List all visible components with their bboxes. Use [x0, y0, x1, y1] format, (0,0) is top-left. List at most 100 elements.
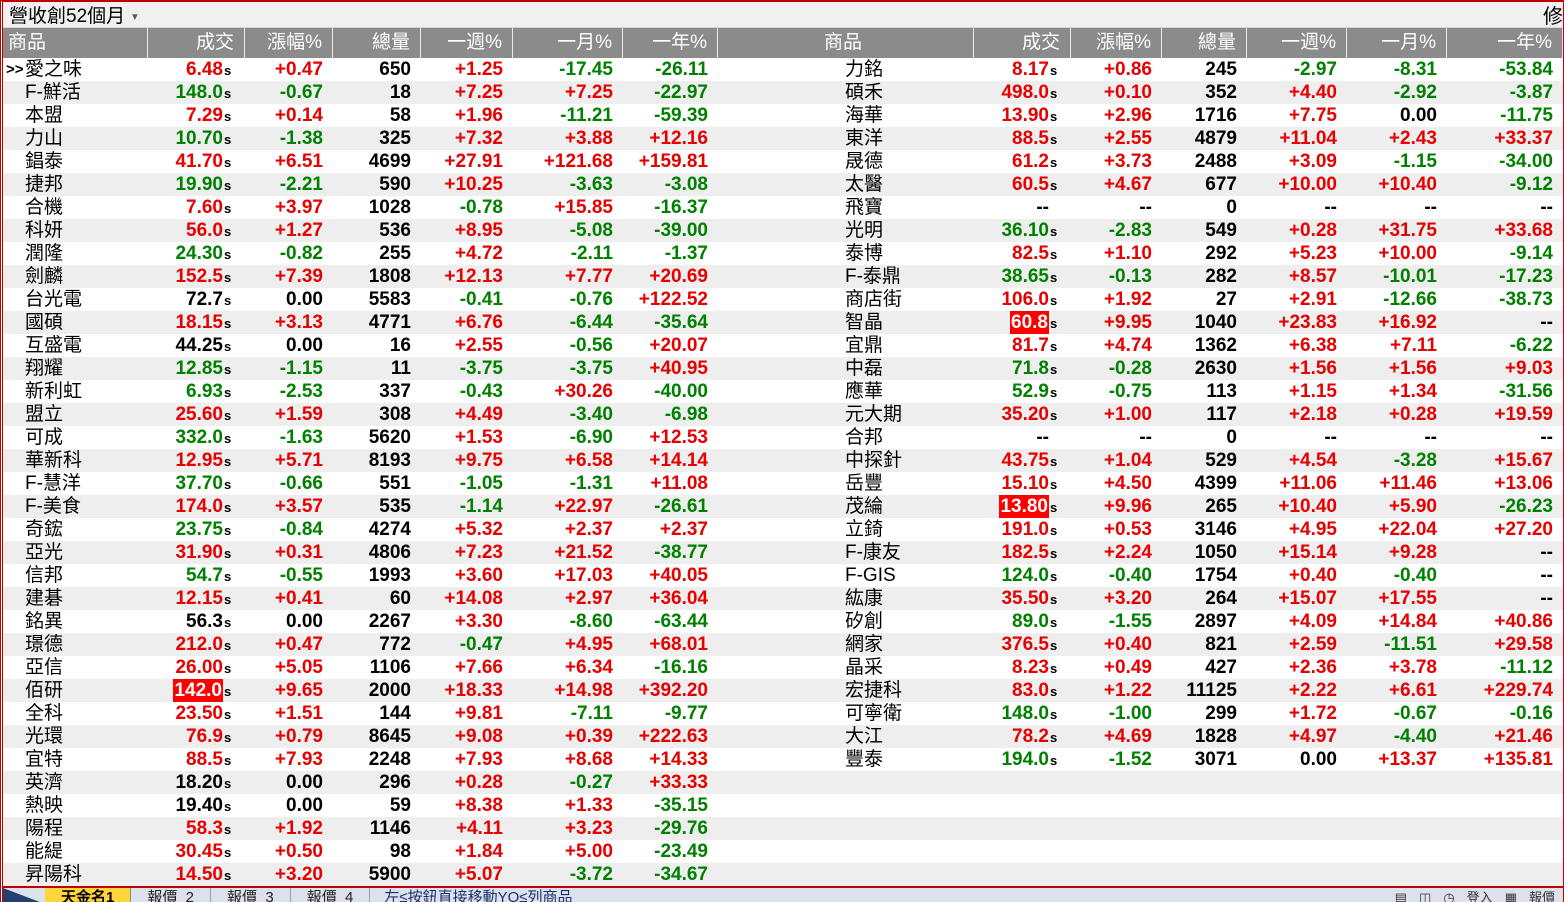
quote-label[interactable]: 報價 — [1529, 888, 1555, 902]
price-cell: 58.3s — [148, 817, 245, 840]
table-row[interactable]: 亞光31.90s+0.314806+7.23+21.52-38.77F-康友18… — [3, 541, 1563, 564]
table-row[interactable]: 全科23.50s+1.51144+9.81-7.11-9.77可寧衛148.0s… — [3, 702, 1563, 725]
chevron-down-icon[interactable]: ▾ — [132, 10, 138, 23]
column-header-left-5[interactable]: 一月% — [513, 28, 623, 58]
table-row[interactable]: 建碁12.15s+0.4160+14.08+2.97+36.04紘康35.50s… — [3, 587, 1563, 610]
table-row[interactable]: 互盛電44.25s0.0016+2.55-0.56+20.07宜鼎81.7s+4… — [3, 334, 1563, 357]
price-cell — [974, 840, 1071, 863]
table-row[interactable]: 本盟7.29s+0.1458+1.96-11.21-59.39海華13.90s+… — [3, 104, 1563, 127]
table-row[interactable]: 科妍56.0s+1.27536+8.95-5.08-39.00光明36.10s-… — [3, 219, 1563, 242]
stock-name-cell: 光環 — [3, 725, 148, 748]
column-header-left-3[interactable]: 總量 — [333, 28, 421, 58]
table-row[interactable]: 華新科12.95s+5.718193+9.75+6.58+14.14中探針43.… — [3, 449, 1563, 472]
column-header-right-1[interactable]: 成交 — [974, 28, 1071, 58]
column-header-left-4[interactable]: 一週% — [421, 28, 513, 58]
volume-cell — [1162, 840, 1247, 863]
column-header-right-3[interactable]: 總量 — [1162, 28, 1247, 58]
table-row[interactable]: 翔耀12.85s-1.1511-3.75-3.75+40.95中磊71.8s-0… — [3, 357, 1563, 380]
volume-cell — [1162, 771, 1247, 794]
month-pct-cell: +121.68 — [513, 150, 623, 173]
stock-name: 太醫 — [845, 174, 883, 195]
stock-name-cell: 建碁 — [3, 587, 148, 610]
table-row[interactable]: 潤隆24.30s-0.82255+4.72-2.11-1.37泰博82.5s+1… — [3, 242, 1563, 265]
year-pct-cell: -6.22 — [1447, 334, 1563, 357]
column-header-right-0[interactable]: 商品 — [819, 28, 974, 58]
week-pct-cell: +10.25 — [421, 173, 513, 196]
stock-name-cell: 台光電 — [3, 288, 148, 311]
column-header-left-2[interactable]: 漲幅% — [245, 28, 333, 58]
price-suffix: s — [1049, 59, 1063, 81]
modify-button[interactable]: 修 — [1543, 0, 1563, 29]
table-row[interactable]: 能緹30.45s+0.5098+1.84+5.00-23.49 — [3, 840, 1563, 863]
table-row[interactable]: >>愛之味6.48s+0.47650+1.25-17.45-26.11力銘8.1… — [3, 58, 1563, 81]
table-row[interactable]: F-慧洋37.70s-0.66551-1.05-1.31+11.08岳豐15.1… — [3, 472, 1563, 495]
change-pct-cell: +1.04 — [1071, 449, 1162, 472]
table-row[interactable]: 錩泰41.70s+6.514699+27.91+121.68+159.81晟德6… — [3, 150, 1563, 173]
table-row[interactable]: 奇鋐23.75s-0.844274+5.32+2.37+2.37立錡191.0s… — [3, 518, 1563, 541]
month-pct-cell: +13.37 — [1347, 748, 1447, 771]
week-pct-cell — [1247, 771, 1347, 794]
stock-name-cell: 大江 — [819, 725, 974, 748]
change-pct-cell: -0.82 — [245, 242, 333, 265]
table-row[interactable]: 信邦54.7s-0.551993+3.60+17.03+40.05F-GIS12… — [3, 564, 1563, 587]
table-row[interactable]: 銘異56.3s0.002267+3.30-8.60-63.44矽創89.0s-1… — [3, 610, 1563, 633]
table-row[interactable]: 宜特88.5s+7.932248+7.93+8.68+14.33豐泰194.0s… — [3, 748, 1563, 771]
table-row[interactable]: 劍麟152.5s+7.391808+12.13+7.77+20.69F-泰鼎38… — [3, 265, 1563, 288]
price-value: 35.50 — [1001, 587, 1049, 610]
table-row[interactable]: 英濟18.20s0.00296+0.28-0.27+33.33 — [3, 771, 1563, 794]
table-row[interactable]: 亞信26.00s+5.051106+7.66+6.34-16.16晶采8.23s… — [3, 656, 1563, 679]
stock-name: 晶采 — [845, 657, 883, 678]
table-row[interactable]: 可成332.0s-1.635620+1.53-6.90+12.53合邦----0… — [3, 426, 1563, 449]
grid-icon[interactable]: ▦ — [1505, 888, 1517, 902]
tab-page-4[interactable]: 報價_4 — [291, 888, 371, 902]
tab-page-3[interactable]: 報價_3 — [211, 888, 291, 902]
change-pct-cell: -0.67 — [245, 81, 333, 104]
change-pct-cell: +0.53 — [1071, 518, 1162, 541]
price-cell: 52.9s — [974, 380, 1071, 403]
table-row[interactable]: 熱映19.40s0.0059+8.38+1.33-35.15 — [3, 794, 1563, 817]
table-row[interactable]: 盟立25.60s+1.59308+4.49-3.40-6.98元大期35.20s… — [3, 403, 1563, 426]
row-gap — [718, 104, 819, 127]
tab-page-1[interactable]: 天金名1 — [45, 888, 131, 902]
table-row[interactable]: 陽程58.3s+1.921146+4.11+3.23-29.76 — [3, 817, 1563, 840]
column-header-right-4[interactable]: 一週% — [1247, 28, 1347, 58]
week-pct-cell: +7.93 — [421, 748, 513, 771]
bottom-tab-bar: 天金名1報價_2報價_3報價_4 左≤按鈕直接移動YO≤列商品 ▤ ◫ ◷ 登入… — [3, 888, 1563, 902]
price-cell: 26.00s — [148, 656, 245, 679]
table-row[interactable]: 力山10.70s-1.38325+7.32+3.88+12.16東洋88.5s+… — [3, 127, 1563, 150]
column-header-left-1[interactable]: 成交 — [148, 28, 245, 58]
table-row[interactable]: 光環76.9s+0.798645+9.08+0.39+222.63大江78.2s… — [3, 725, 1563, 748]
table-row[interactable]: F-鮮活148.0s-0.6718+7.25+7.25-22.97碩禾498.0… — [3, 81, 1563, 104]
table-row[interactable]: 璟德212.0s+0.47772-0.47+4.95+68.01網家376.5s… — [3, 633, 1563, 656]
column-header-left-0[interactable]: 商品 — [3, 28, 148, 58]
price-suffix: s — [1049, 749, 1063, 771]
column-header-right-2[interactable]: 漲幅% — [1071, 28, 1162, 58]
change-pct-cell: +0.31 — [245, 541, 333, 564]
table-row[interactable]: 合機7.60s+3.971028-0.78+15.85-16.37飛寶----0… — [3, 196, 1563, 219]
volume-cell: 117 — [1162, 403, 1247, 426]
volume-cell: 337 — [333, 380, 421, 403]
stock-name-cell: 力銘 — [819, 58, 974, 81]
table-row[interactable]: 台光電72.7s0.005583-0.41-0.76+122.52商店街106.… — [3, 288, 1563, 311]
table-row[interactable]: 佰研142.0s+9.652000+18.33+14.98+392.20宏捷科8… — [3, 679, 1563, 702]
price-cell: 12.15s — [148, 587, 245, 610]
week-pct-cell: +9.75 — [421, 449, 513, 472]
login-label[interactable]: 登入 — [1467, 888, 1493, 902]
column-header-right-5[interactable]: 一月% — [1347, 28, 1447, 58]
stock-name: 昇陽科 — [25, 864, 82, 885]
table-row[interactable]: 國碩18.15s+3.134771+6.76-6.44-35.64智晶60.8s… — [3, 311, 1563, 334]
column-header-right-6[interactable]: 一年% — [1447, 28, 1563, 58]
table-row[interactable]: 新利虹6.93s-2.53337-0.43+30.26-40.00應華52.9s… — [3, 380, 1563, 403]
table-row[interactable]: 昇陽科14.50s+3.205900+5.07-3.72-34.67 — [3, 863, 1563, 886]
stock-name: 愛之味 — [25, 59, 82, 80]
column-header-left-6[interactable]: 一年% — [623, 28, 718, 58]
printer-icon[interactable]: ▤ — [1395, 888, 1407, 902]
price-cell: -- — [974, 426, 1071, 449]
window-icon[interactable]: ◫ — [1419, 888, 1431, 902]
clock-icon[interactable]: ◷ — [1443, 888, 1454, 902]
row-gap — [718, 196, 819, 219]
table-row[interactable]: 捷邦19.90s-2.21590+10.25-3.63-3.08太醫60.5s+… — [3, 173, 1563, 196]
table-row[interactable]: F-美食174.0s+3.57535-1.14+22.97-26.61茂綸13.… — [3, 495, 1563, 518]
stock-name-cell: 立錡 — [819, 518, 974, 541]
tab-page-2[interactable]: 報價_2 — [131, 888, 211, 902]
